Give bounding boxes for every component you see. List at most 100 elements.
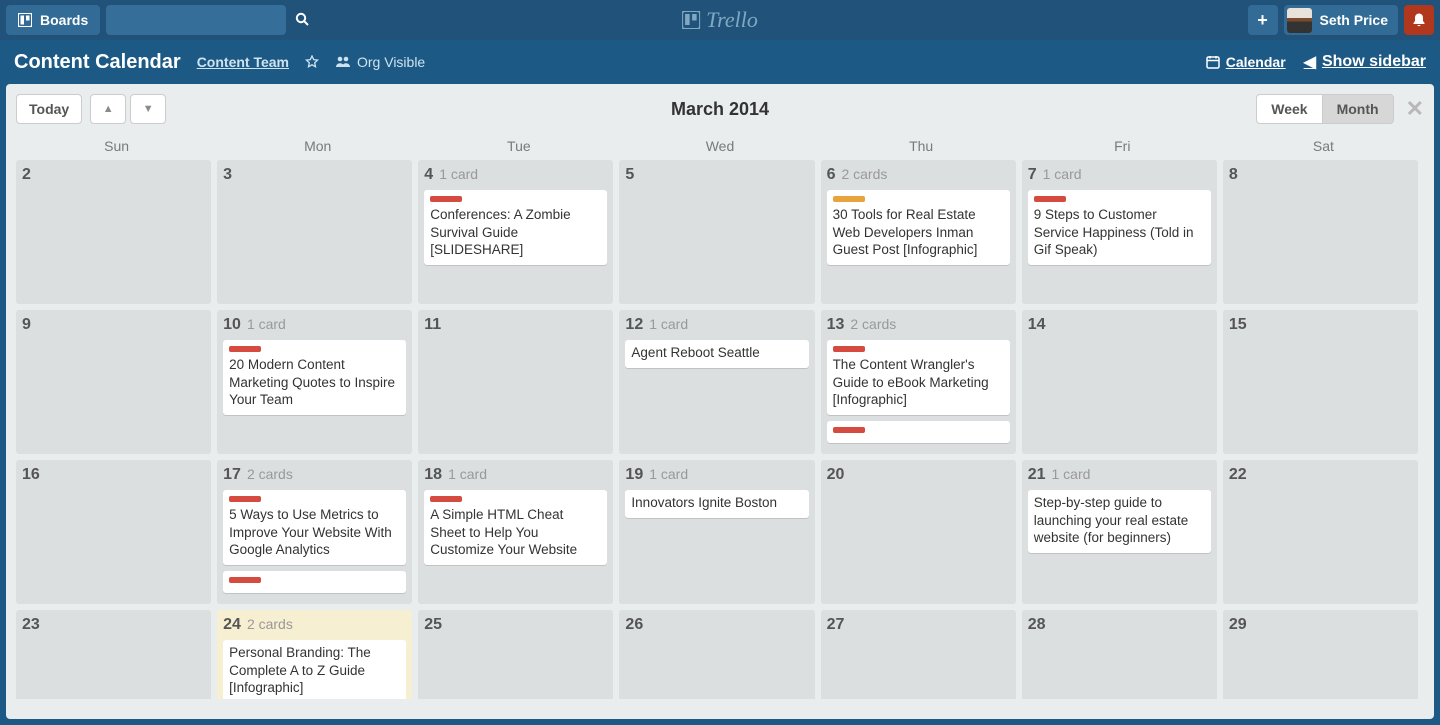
calendar-cell[interactable]: 27 [821,610,1016,699]
card-text: The Content Wrangler's Guide to eBook Ma… [833,356,1004,409]
view-toggle: Week Month [1256,94,1393,124]
calendar-title: March 2014 [671,99,769,120]
close-icon: ✕ [1406,96,1424,121]
card-label [229,496,261,502]
calendar-card[interactable]: Personal Branding: The Complete A to Z G… [223,640,406,699]
card-label [1034,196,1066,202]
calendar-powerup-button[interactable]: Calendar [1206,54,1286,70]
calendar-cell[interactable]: 20 [821,460,1016,604]
next-button[interactable]: ▼ [130,94,166,124]
calendar-card[interactable]: 20 Modern Content Marketing Quotes to In… [223,340,406,415]
calendar-cell[interactable]: 101 card 20 Modern Content Marketing Quot… [217,310,412,454]
calendar-cell[interactable]: 12 1 card Agent Reboot Seattle [619,310,814,454]
calendar-cell[interactable]: 242 cardsPersonal Branding: The Complete… [217,610,412,699]
calendar-cell[interactable]: 14 [1022,310,1217,454]
calendar-card[interactable]: Conferences: A Zombie Survival Guide [SL… [424,190,607,265]
day-number: 8 [1229,166,1238,184]
calendar-cell[interactable]: 16 [16,460,211,604]
dow-label: Sun [16,138,217,154]
close-calendar-button[interactable]: ✕ [1406,96,1424,122]
card-count: 1 card [439,166,478,182]
cell-header: 27 [827,616,1010,634]
calendar-cell[interactable]: 25 [418,610,613,699]
calendar-cell[interactable]: 71 card9 Steps to Customer Service Happi… [1022,160,1217,304]
calendar-cell[interactable]: 28 [1022,610,1217,699]
calendar-cell[interactable]: 211 cardStep-by-step guide to launching … [1022,460,1217,604]
boards-button[interactable]: Boards [6,5,100,35]
calendar-cell[interactable]: 62 cards30 Tools for Real Estate Web Dev… [821,160,1016,304]
show-sidebar-label: Show sidebar [1322,53,1426,71]
calendar-cell[interactable]: 41 cardConferences: A Zombie Survival Gu… [418,160,613,304]
visibility-indicator[interactable]: Org Visible [335,54,425,70]
bell-icon [1411,12,1427,28]
calendar-cell[interactable]: 2 [16,160,211,304]
card-text: 9 Steps to Customer Service Happiness (T… [1034,206,1205,259]
team-link[interactable]: Content Team [197,54,289,70]
day-number: 22 [1229,466,1247,484]
day-of-week-row: SunMonTueWedThuFriSat [16,134,1424,160]
calendar-cell[interactable]: 8 [1223,160,1418,304]
boards-label: Boards [40,12,88,28]
card-count: 1 card [1043,166,1082,182]
card-label [229,346,261,352]
cell-header: 12 1 card [625,316,808,334]
calendar-card[interactable]: 5 Ways to Use Metrics to Improve Your We… [223,490,406,565]
show-sidebar-button[interactable]: ◀ Show sidebar [1304,52,1426,72]
day-number: 29 [1229,616,1247,634]
cell-header: 191 card [625,466,808,484]
calendar-cell[interactable]: 3 [217,160,412,304]
calendar-cell[interactable]: 9 [16,310,211,454]
calendar-cell[interactable]: 23 [16,610,211,699]
cell-header: 172 cards [223,466,406,484]
calendar-cell[interactable]: 15 [1223,310,1418,454]
calendar-cell[interactable]: 172 cards 5 Ways to Use Metrics to Improv… [217,460,412,604]
day-number: 5 [625,166,634,184]
card-text: A Simple HTML Cheat Sheet to Help You Cu… [430,506,601,559]
brand-text: Trello [706,7,758,33]
card-count: 1 card [649,316,688,332]
calendar-cell[interactable]: 22 [1223,460,1418,604]
cell-header: 14 [1028,316,1211,334]
day-number: 2 [22,166,31,184]
calendar-card[interactable]: A Simple HTML Cheat Sheet to Help You Cu… [424,490,607,565]
week-view-button[interactable]: Week [1256,94,1322,124]
calendar-cell[interactable]: 132 cardsThe Content Wrangler's Guide to… [821,310,1016,454]
day-number: 12 [625,316,643,334]
user-menu-button[interactable]: Seth Price [1284,5,1398,35]
calendar-grid[interactable]: 2341 cardConferences: A Zombie Survival … [16,160,1424,699]
topbar-left: Boards [6,5,286,35]
calendar-cell[interactable]: 29 [1223,610,1418,699]
day-number: 17 [223,466,241,484]
today-button[interactable]: Today [16,94,82,124]
cell-header: 15 [1229,316,1412,334]
notifications-button[interactable] [1404,5,1434,35]
star-button[interactable] [305,55,319,69]
calendar-card[interactable] [827,421,1010,443]
search-input-wrap[interactable] [106,5,286,35]
boards-icon [18,13,32,27]
card-label [833,196,865,202]
day-number: 9 [22,316,31,334]
brand-logo[interactable]: Trello [682,7,758,33]
calendar-card[interactable] [223,571,406,593]
cell-header: 9 [22,316,205,334]
calendar-card[interactable]: 30 Tools for Real Estate Web Developers … [827,190,1010,265]
cell-header: 101 card [223,316,406,334]
search-input[interactable] [114,12,295,28]
prev-button[interactable]: ▲ [90,94,126,124]
calendar-card[interactable]: Step-by-step guide to launching your rea… [1028,490,1211,553]
calendar-card[interactable]: 9 Steps to Customer Service Happiness (T… [1028,190,1211,265]
calendar-card[interactable]: Agent Reboot Seattle [625,340,808,368]
calendar-header: Today ▲ ▼ March 2014 Week Month ✕ [16,92,1424,126]
calendar-cell[interactable]: 191 card Innovators Ignite Boston [619,460,814,604]
card-count: 2 cards [247,616,293,632]
card-text: Agent Reboot Seattle [631,344,802,362]
calendar-card[interactable]: The Content Wrangler's Guide to eBook Ma… [827,340,1010,415]
calendar-cell[interactable]: 181 cardA Simple HTML Cheat Sheet to Hel… [418,460,613,604]
calendar-cell[interactable]: 5 [619,160,814,304]
create-button[interactable]: + [1248,5,1278,35]
calendar-cell[interactable]: 11 [418,310,613,454]
month-view-button[interactable]: Month [1323,94,1394,124]
calendar-cell[interactable]: 26 [619,610,814,699]
calendar-card[interactable]: Innovators Ignite Boston [625,490,808,518]
